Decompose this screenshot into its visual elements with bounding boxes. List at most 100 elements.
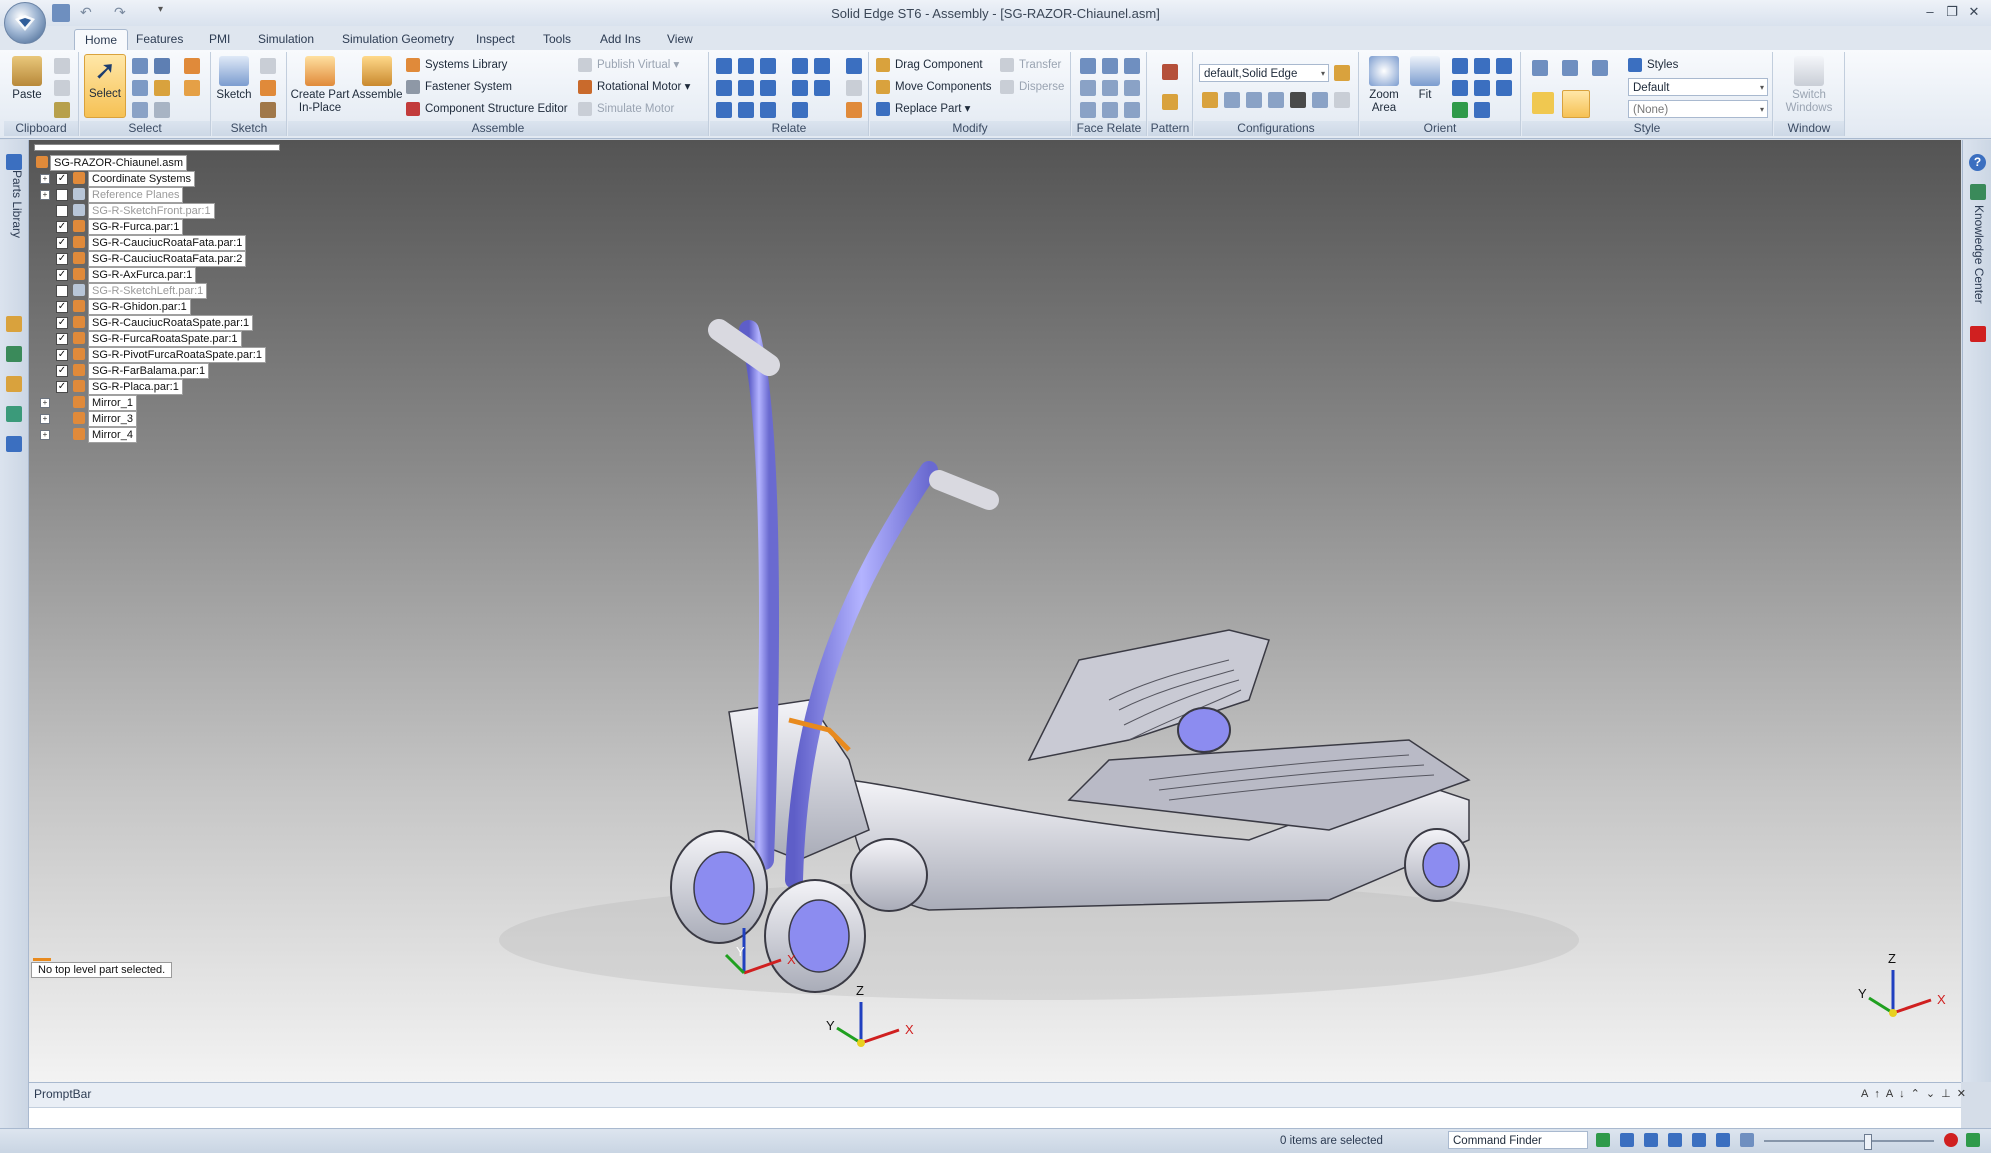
camera-icon[interactable] xyxy=(1290,92,1306,108)
knowledge-center-tab[interactable]: Knowledge Center xyxy=(1966,205,1986,315)
planar-align-icon[interactable] xyxy=(738,58,754,74)
close-button[interactable]: ✕ xyxy=(1962,2,1986,22)
select-tool-icon-7[interactable] xyxy=(184,58,200,74)
tree-item[interactable]: ✓ SG-R-FarBalama.par:1 xyxy=(32,363,282,379)
rigid-set-icon[interactable] xyxy=(738,102,754,118)
match-coordinate-icon[interactable] xyxy=(814,80,830,96)
parts-library-tab[interactable]: Parts Library xyxy=(4,170,24,250)
visibility-checkbox[interactable]: ✓ xyxy=(56,237,68,249)
face-relate-icon-5[interactable] xyxy=(1102,80,1118,96)
drag-component-button[interactable]: Drag Component xyxy=(876,56,983,74)
config-icon-6[interactable] xyxy=(1312,92,1328,108)
refresh-icon[interactable] xyxy=(1452,102,1468,118)
prompt-bar-input[interactable] xyxy=(29,1107,1961,1128)
parallel-icon[interactable] xyxy=(716,102,732,118)
visibility-checkbox[interactable]: ✓ xyxy=(56,349,68,361)
tree-item[interactable]: ✓ SG-R-PivotFurcaRoataSpate.par:1 xyxy=(32,347,282,363)
restore-button[interactable]: ❐ xyxy=(1940,2,1964,22)
tree-item[interactable]: ✓ SG-R-Ghidon.par:1 xyxy=(32,299,282,315)
knowledge-center-icon[interactable] xyxy=(1970,184,1986,200)
face-relate-icon-8[interactable] xyxy=(1102,102,1118,118)
assemble-button[interactable]: Assemble xyxy=(352,56,403,102)
tree-item[interactable]: ✓ SG-R-CauciucRoataSpate.par:1 xyxy=(32,315,282,331)
view-status-icon[interactable] xyxy=(1740,1133,1754,1147)
visibility-checkbox[interactable]: ✓ xyxy=(56,221,68,233)
visibility-checkbox[interactable]: ✓ xyxy=(56,317,68,329)
switch-windows-button[interactable]: Switch Windows xyxy=(1778,56,1840,115)
youtube-icon[interactable] xyxy=(1970,326,1986,342)
tangent-icon[interactable] xyxy=(738,80,754,96)
orient-icon-6[interactable] xyxy=(1496,80,1512,96)
sketch-tool-icon-2[interactable] xyxy=(260,80,276,96)
tab-view[interactable]: View xyxy=(657,29,703,50)
visibility-checkbox[interactable]: ✓ xyxy=(56,333,68,345)
face-style-select[interactable]: (None) ▾ xyxy=(1628,100,1768,118)
component-structure-editor-button[interactable]: Component Structure Editor xyxy=(406,100,568,118)
prompt-bar-controls[interactable]: A↑A↓⌃⌄⊥✕ xyxy=(1861,1087,1972,1100)
configuration-select[interactable]: default,Solid Edge ▾ xyxy=(1199,64,1329,82)
rotate-icon[interactable] xyxy=(1496,58,1512,74)
visibility-checkbox[interactable]: ✓ xyxy=(56,173,68,185)
scooter-model[interactable]: Y X Z Y X Z Y X xyxy=(29,140,1961,1082)
tree-item[interactable]: ✓ SG-R-CauciucRoataFata.par:2 xyxy=(32,251,282,267)
face-relate-icon-3[interactable] xyxy=(1124,58,1140,74)
relate-tool-icon-12[interactable] xyxy=(846,80,862,96)
left-grip[interactable] xyxy=(708,319,780,376)
command-finder-input[interactable]: Command Finder xyxy=(1448,1131,1588,1149)
relate-tool-icon-6[interactable] xyxy=(846,58,862,74)
tab-home[interactable]: Home xyxy=(74,29,129,51)
face-relate-icon-9[interactable] xyxy=(1124,102,1140,118)
connect-icon[interactable] xyxy=(814,58,830,74)
cam-icon[interactable] xyxy=(760,80,776,96)
tab-simulation[interactable]: Simulation xyxy=(248,29,324,50)
select-tool-icon-6[interactable] xyxy=(154,102,170,118)
view-cube-front-icon[interactable] xyxy=(1562,60,1578,76)
face-relate-icon-4[interactable] xyxy=(1080,80,1096,96)
mirror-icon[interactable] xyxy=(1162,94,1178,110)
publish-virtual-button[interactable]: Publish Virtual ▾ xyxy=(578,56,679,74)
select-tool-icon-2[interactable] xyxy=(132,80,148,96)
tree-item[interactable]: ✓ SG-R-FurcaRoataSpate.par:1 xyxy=(32,331,282,347)
face-relate-icon-7[interactable] xyxy=(1080,102,1096,118)
visibility-checkbox[interactable]: ✓ xyxy=(56,365,68,377)
config-icon-3[interactable] xyxy=(1246,92,1262,108)
insert-icon[interactable] xyxy=(792,58,808,74)
view-cube-top-icon[interactable] xyxy=(1592,60,1608,76)
configuration-save-icon[interactable] xyxy=(1334,65,1350,81)
tree-item[interactable]: + Mirror_3 xyxy=(32,411,282,427)
tab-pmi[interactable]: PMI xyxy=(199,29,240,50)
pivot-ball[interactable] xyxy=(850,838,928,912)
rear-left-wheel[interactable] xyxy=(1177,707,1231,753)
rotational-motor-button[interactable]: Rotational Motor ▾ xyxy=(578,78,690,96)
visibility-checkbox[interactable] xyxy=(56,285,68,297)
visibility-checkbox[interactable] xyxy=(56,205,68,217)
path-icon[interactable] xyxy=(760,102,776,118)
pan-icon[interactable] xyxy=(1474,58,1490,74)
tree-item[interactable]: SG-R-SketchFront.par:1 xyxy=(32,203,282,219)
axial-align-icon[interactable] xyxy=(760,58,776,74)
select-tool-icon-8[interactable] xyxy=(184,80,200,96)
style-select[interactable]: Default ▾ xyxy=(1628,78,1768,96)
play-icon[interactable] xyxy=(1966,1133,1980,1147)
pattern-icon[interactable] xyxy=(1162,64,1178,80)
relationship-assistant-icon[interactable] xyxy=(846,102,862,118)
fastener-system-button[interactable]: Fastener System xyxy=(406,78,512,96)
move-components-button[interactable]: Move Components xyxy=(876,78,992,96)
replace-part-button[interactable]: Replace Part ▾ xyxy=(876,100,970,118)
zoom-area-button[interactable]: Zoom Area xyxy=(1364,56,1404,115)
application-button[interactable] xyxy=(4,2,46,44)
create-part-in-place-button[interactable]: Create Part In-Place xyxy=(290,56,350,115)
center-plane-icon[interactable] xyxy=(792,102,808,118)
tree-item[interactable]: + ✓ Coordinate Systems xyxy=(32,171,282,187)
config-icon-1[interactable] xyxy=(1202,92,1218,108)
expand-icon[interactable]: + xyxy=(40,398,50,408)
pathfinder-icon[interactable] xyxy=(6,154,22,170)
sensors-icon[interactable] xyxy=(6,346,22,362)
face-relate-icon-1[interactable] xyxy=(1080,58,1096,74)
simulate-motor-button[interactable]: Simulate Motor xyxy=(578,100,674,118)
refresh-view-icon[interactable] xyxy=(1596,1133,1610,1147)
orient-icon-4[interactable] xyxy=(1452,80,1468,96)
zoom-area-status-icon[interactable] xyxy=(1620,1133,1634,1147)
config-icon-4[interactable] xyxy=(1268,92,1284,108)
select-tool-icon-1[interactable] xyxy=(132,58,148,74)
